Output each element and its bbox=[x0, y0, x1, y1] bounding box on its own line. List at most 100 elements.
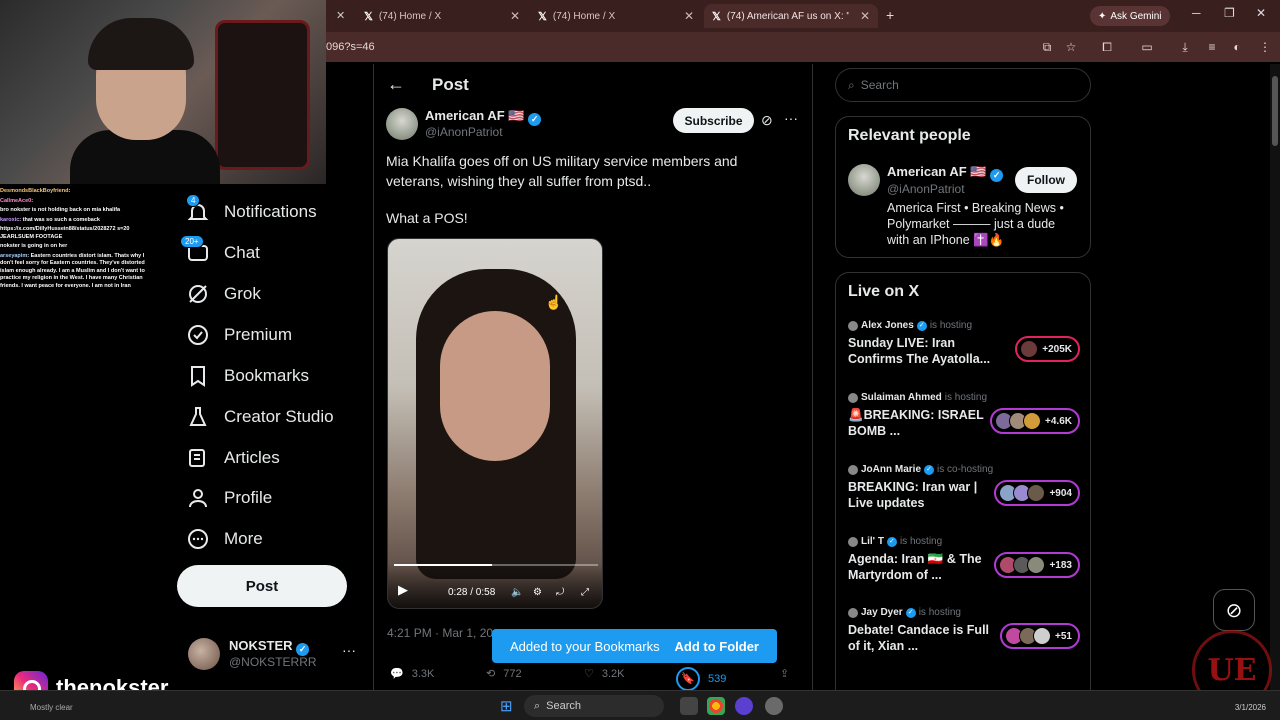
avatar bbox=[188, 638, 220, 670]
live-item[interactable]: Jay Dyer ✓ is hosting Debate! Candace is F… bbox=[848, 607, 1080, 654]
extensions-icon[interactable]: ⧠ bbox=[1098, 38, 1116, 56]
person-avatar[interactable] bbox=[848, 164, 880, 196]
repost-button[interactable]: ⟲ 772 bbox=[486, 667, 522, 681]
download-icon[interactable]: ⤓ bbox=[1176, 38, 1194, 56]
chat-message: DesmondsBlackBoyfriend: bbox=[0, 188, 71, 194]
nav-bookmarks[interactable]: Bookmarks bbox=[186, 359, 309, 393]
video-frame-face bbox=[440, 311, 550, 461]
taskbar-search[interactable]: ⌕ Search bbox=[524, 695, 664, 717]
bookmark-button[interactable]: 🔖 539 bbox=[676, 667, 726, 691]
x-logo-icon: 𝕏 bbox=[538, 10, 547, 23]
account-switcher[interactable]: NOKSTER ✓ @NOKSTERRR ··· bbox=[186, 636, 366, 676]
reply-icon: 💬 bbox=[390, 668, 404, 680]
nav-profile[interactable]: Profile bbox=[186, 481, 272, 515]
verified-icon: ✓ bbox=[990, 169, 1004, 182]
split-view-icon[interactable]: ▭ bbox=[1138, 38, 1156, 56]
menu-icon[interactable]: ⋮ bbox=[1256, 38, 1274, 56]
rotate-icon[interactable]: ⤾ bbox=[556, 587, 564, 598]
weather-status[interactable]: Mostly clear bbox=[30, 703, 73, 712]
share-button[interactable]: ⇪ bbox=[780, 667, 789, 680]
live-title: 🚨BREAKING: ISRAEL BOMB ... bbox=[848, 408, 984, 438]
search-input[interactable]: ⌕ Search bbox=[835, 68, 1091, 102]
minimize-icon[interactable]: ─ bbox=[1192, 6, 1201, 20]
like-button[interactable]: ♡ 3.2K bbox=[584, 667, 625, 681]
ask-gemini-button[interactable]: ✦ Ask Gemini bbox=[1090, 6, 1170, 26]
play-icon[interactable]: ▶ bbox=[398, 582, 408, 598]
author-avatar[interactable] bbox=[386, 108, 418, 140]
reply-button[interactable]: 💬 3.3K bbox=[390, 667, 434, 681]
watermark-text: UE bbox=[1207, 652, 1257, 688]
grok-fab-button[interactable]: ⊘ bbox=[1213, 589, 1255, 631]
listener-avatar bbox=[1027, 484, 1046, 502]
grok-explain-icon[interactable]: ⊘ bbox=[761, 112, 773, 129]
verified-icon: ✓ bbox=[905, 607, 916, 618]
nav-premium[interactable]: Premium bbox=[186, 318, 292, 352]
live-listeners[interactable]: +904 bbox=[994, 480, 1080, 506]
stream-chat-overlay: DesmondsBlackBoyfriend: CallmeAce0: bro … bbox=[0, 188, 150, 292]
follow-button[interactable]: Follow bbox=[1015, 167, 1077, 193]
live-listeners[interactable]: +4.6K bbox=[990, 408, 1080, 434]
maximize-icon[interactable]: ❐ bbox=[1224, 6, 1235, 20]
bookmark-toast: Added to your Bookmarks Add to Folder bbox=[492, 629, 777, 663]
taskbar-clock[interactable]: 3/1/2026 bbox=[1235, 703, 1266, 712]
live-title: BREAKING: Iran war | Live updates bbox=[848, 480, 978, 510]
browser-tab-active[interactable]: 𝕏 (74) American AF us on X: "Mia ✕ bbox=[704, 4, 878, 28]
app-icon[interactable] bbox=[735, 697, 753, 715]
app-icon[interactable] bbox=[765, 697, 783, 715]
close-window-icon[interactable]: ✕ bbox=[1256, 6, 1266, 20]
tab-label: (74) Home / X bbox=[378, 10, 442, 22]
nav-notifications[interactable]: 4 Notifications bbox=[186, 194, 317, 229]
task-view-icon[interactable] bbox=[680, 697, 698, 715]
live-item[interactable]: Lil' T ✓ is hosting Agenda: Iran 🇮🇷 & The … bbox=[848, 536, 1080, 583]
account-more-icon[interactable]: ··· bbox=[342, 642, 356, 658]
new-tab-icon[interactable]: + bbox=[886, 7, 894, 23]
live-item[interactable]: Sulaiman Ahmed is hosting 🚨BREAKING: ISRA… bbox=[848, 392, 1080, 439]
x-logo-icon: 𝕏 bbox=[364, 10, 373, 23]
post-button[interactable]: Post bbox=[177, 565, 347, 607]
subscribe-button[interactable]: Subscribe bbox=[673, 108, 754, 133]
live-item[interactable]: Alex Jones ✓ is hosting Sunday LIVE: Iran … bbox=[848, 320, 1080, 367]
close-tab-icon[interactable]: ✕ bbox=[860, 9, 870, 23]
tab-label: (74) American AF us on X: "Mia bbox=[726, 10, 849, 22]
settings-icon[interactable]: ⚙ bbox=[533, 587, 542, 598]
browser-tab-2[interactable]: 𝕏 (74) Home / X ✕ bbox=[530, 4, 702, 28]
profile-icon[interactable]: ◐ bbox=[1228, 38, 1246, 56]
add-to-folder-button[interactable]: Add to Folder bbox=[675, 639, 760, 654]
media-icon[interactable]: ≡ bbox=[1203, 38, 1221, 56]
chat-message: karoxic: that was so such a comeback bbox=[0, 216, 100, 223]
back-arrow-icon[interactable]: ← bbox=[387, 74, 405, 95]
video-progress-bar[interactable] bbox=[394, 564, 598, 566]
nav-chat[interactable]: 20+ Chat bbox=[180, 235, 260, 270]
nav-creator-studio[interactable]: Creator Studio bbox=[186, 400, 334, 434]
page-scrollbar[interactable] bbox=[1270, 64, 1280, 690]
chat-message: https://x.com/DillyHussein88/status/2028… bbox=[0, 226, 130, 240]
account-handle: @NOKSTERRR bbox=[229, 655, 317, 669]
scrollbar-thumb[interactable] bbox=[1272, 76, 1278, 146]
volume-icon[interactable]: 🔈 bbox=[511, 587, 523, 598]
video-player[interactable]: ▶ 0:28 / 0:58 🔈 ⚙ ⤾ ⤢ bbox=[387, 238, 603, 609]
nav-more[interactable]: More bbox=[186, 522, 263, 556]
browser-tab-1[interactable]: 𝕏 (74) Home / X ✕ bbox=[356, 4, 528, 28]
chrome-icon[interactable] bbox=[707, 697, 725, 715]
nav-articles[interactable]: Articles bbox=[186, 441, 280, 475]
close-tab-icon[interactable]: ✕ bbox=[510, 9, 520, 23]
live-listeners[interactable]: +51 bbox=[1000, 623, 1080, 649]
person-handle[interactable]: @iAnonPatriot bbox=[887, 182, 965, 196]
address-bar[interactable]: 096?s=46 bbox=[326, 36, 1086, 58]
author-name[interactable]: American AF 🇺🇸 ✓ bbox=[425, 108, 542, 126]
person-name[interactable]: American AF 🇺🇸 ✓ bbox=[887, 164, 1004, 182]
live-listeners[interactable]: +205K bbox=[1015, 336, 1080, 362]
post-more-icon[interactable]: ··· bbox=[784, 110, 798, 126]
articles-icon bbox=[186, 446, 210, 470]
windows-start-icon[interactable]: ⊞ bbox=[500, 697, 513, 715]
star-icon[interactable]: ☆ bbox=[1062, 38, 1080, 56]
post-timestamp[interactable]: 4:21 PM · Mar 1, 20 bbox=[387, 626, 493, 640]
nav-grok[interactable]: Grok bbox=[186, 277, 261, 311]
live-item[interactable]: JoAnn Marie ✓ is co-hosting BREAKING: Iran… bbox=[848, 464, 1080, 511]
close-tab-icon[interactable]: ✕ bbox=[684, 9, 694, 23]
install-app-icon[interactable]: ⧉ bbox=[1038, 38, 1056, 56]
fullscreen-icon[interactable]: ⤢ bbox=[581, 587, 589, 598]
author-handle[interactable]: @iAnonPatriot bbox=[425, 125, 503, 139]
close-tab-icon[interactable]: ✕ bbox=[336, 9, 345, 22]
live-listeners[interactable]: +183 bbox=[994, 552, 1080, 578]
